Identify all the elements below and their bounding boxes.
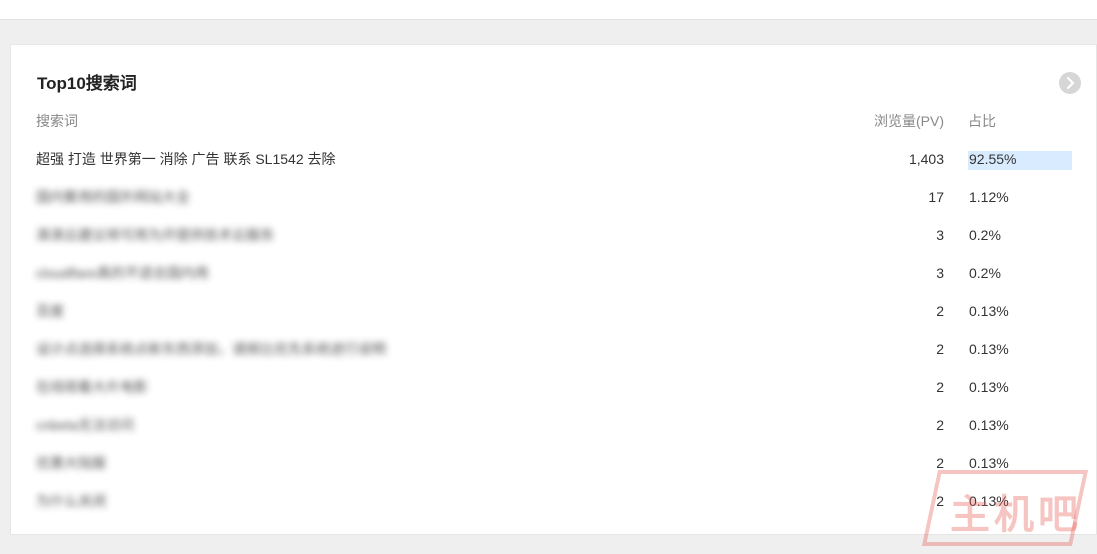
table-row[interactable]: 国内繁用的国外网站大全 17 1.12% <box>11 181 1097 219</box>
ratio-value: 0.13% <box>969 493 1009 509</box>
table-row[interactable]: 优惠大陆服 2 0.13% <box>11 447 1097 485</box>
keyword-link[interactable]: 国内繁用的国外网站大全 <box>36 181 190 213</box>
table-row[interactable]: 百度 2 0.13% <box>11 295 1097 333</box>
pv-value: 3 <box>936 227 944 243</box>
ratio-value: 0.2% <box>969 265 1001 281</box>
ratio-value: 0.13% <box>969 379 1009 395</box>
header-ratio[interactable]: 占比 <box>968 105 1072 137</box>
table-header: 搜索词 浏览量(PV) 占比 <box>11 105 1097 143</box>
panel-title: Top10搜索词 <box>37 74 137 93</box>
keyword-link[interactable]: 百度 <box>36 295 64 327</box>
pv-value: 2 <box>936 379 944 395</box>
keyword-link[interactable]: 超强 打造 世界第一 消除 广告 联系 SL1542 去除 <box>36 143 336 175</box>
chevron-right-circle-icon <box>1066 77 1075 89</box>
keyword-link[interactable]: cnbeta无法访问 <box>36 409 134 441</box>
keyword-link[interactable]: 滴滴云建议将可用为开提供技术云服务 <box>36 219 274 251</box>
pv-value: 2 <box>936 455 944 471</box>
keyword-link[interactable]: 在线观看大片电影 <box>36 371 148 403</box>
pv-value: 2 <box>936 303 944 319</box>
table-row[interactable]: 在线观看大片电影 2 0.13% <box>11 371 1097 409</box>
ratio-value: 0.2% <box>969 227 1001 243</box>
ratio-value: 0.13% <box>969 455 1009 471</box>
ratio-value: 0.13% <box>969 303 1009 319</box>
table-row[interactable]: cnbeta无法访问 2 0.13% <box>11 409 1097 447</box>
header-keyword[interactable]: 搜索词 <box>36 105 78 137</box>
ratio-value: 92.55% <box>969 151 1017 167</box>
header-pv[interactable]: 浏览量(PV) <box>811 105 944 137</box>
ratio-value: 0.13% <box>969 341 1009 357</box>
pv-value: 3 <box>936 265 944 281</box>
ratio-value: 0.13% <box>969 417 1009 433</box>
top10-search-terms-panel: Top10搜索词 搜索词 浏览量(PV) 占比 超强 打造 世界第一 消除 广告… <box>10 44 1097 535</box>
pv-value: 2 <box>936 493 944 509</box>
pv-value: 2 <box>936 417 944 433</box>
keyword-link[interactable]: 优惠大陆服 <box>36 447 106 479</box>
pv-value: 1,403 <box>908 151 944 167</box>
ratio-value: 1.12% <box>969 189 1009 205</box>
keyword-link[interactable]: cloudflare真的不适合国内用 <box>36 257 209 289</box>
keyword-link[interactable]: 设计点选择系统点新东西添加，请按比优先系统进行说明 <box>36 333 386 365</box>
table-row[interactable]: 滴滴云建议将可用为开提供技术云服务 3 0.2% <box>11 219 1097 257</box>
table-row[interactable]: 为什么关闭 2 0.13% <box>11 485 1097 523</box>
keyword-link[interactable]: 为什么关闭 <box>36 485 106 517</box>
table-row[interactable]: 设计点选择系统点新东西添加，请按比优先系统进行说明 2 0.13% <box>11 333 1097 371</box>
pv-value: 2 <box>936 341 944 357</box>
table-row[interactable]: cloudflare真的不适合国内用 3 0.2% <box>11 257 1097 295</box>
table-row[interactable]: 超强 打造 世界第一 消除 广告 联系 SL1542 去除 1,403 92.55% <box>11 143 1097 181</box>
top-strip <box>0 0 1097 20</box>
more-button[interactable] <box>1059 72 1081 94</box>
pv-value: 17 <box>928 189 944 205</box>
